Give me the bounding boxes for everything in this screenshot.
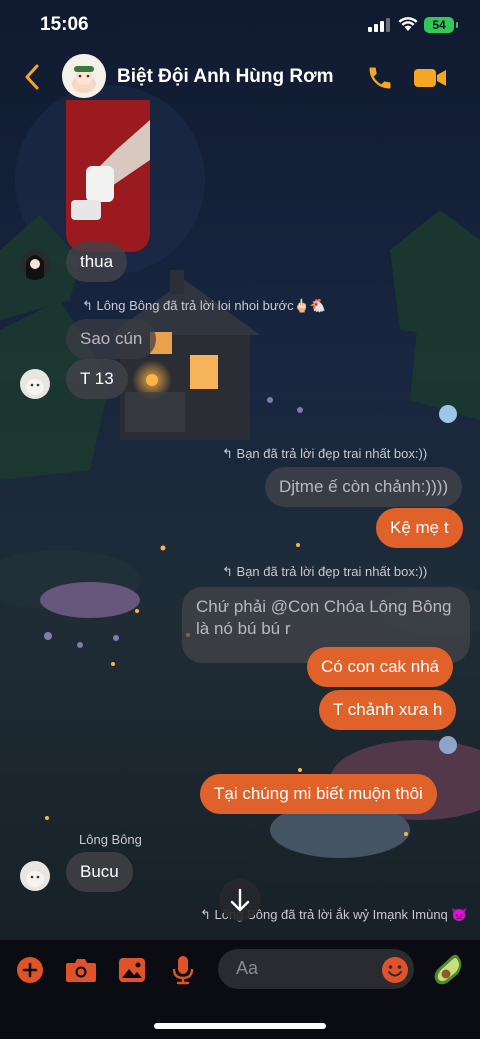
group-title[interactable]: Biệt Đội Anh Hùng Rơm	[117, 66, 334, 88]
video-camera-icon[interactable]	[413, 66, 447, 90]
quoted-line: Chứ phải @Con Chóa Lông Bông	[196, 597, 452, 616]
message-bubble[interactable]: Bucu	[66, 852, 133, 892]
wifi-icon	[398, 17, 418, 31]
group-avatar-image	[62, 54, 106, 98]
message-bubble[interactable]: thua	[66, 242, 128, 282]
emoji-icon[interactable]	[381, 956, 409, 984]
cellular-signal-icon	[368, 18, 390, 32]
avatar-image	[20, 369, 50, 399]
read-receipt-avatar	[439, 736, 457, 754]
quoted-line: là nó bú bú r	[196, 619, 291, 638]
battery-tip	[456, 22, 458, 28]
plus-icon[interactable]	[16, 956, 44, 984]
reply-arrow-icon: ↰	[82, 298, 93, 313]
reply-indicator: ↰ Bạn đã trả lời đẹp trai nhất box:))	[222, 564, 427, 580]
photo-content	[66, 100, 150, 252]
avatar[interactable]	[20, 250, 50, 280]
message-input-placeholder: Aa	[236, 958, 259, 978]
reply-text: Bạn đã trả lời đẹp trai nhất box:))	[236, 446, 428, 461]
sender-name: Lông Bông	[79, 832, 142, 847]
avatar[interactable]	[20, 369, 50, 399]
reply-arrow-icon: ↰	[200, 907, 211, 922]
microphone-icon[interactable]	[172, 955, 194, 985]
message-bubble[interactable]: T 13	[66, 359, 128, 399]
shared-photo[interactable]	[66, 100, 150, 252]
reply-text: Bạn đã trả lời đẹp trai nhất box:))	[236, 564, 428, 579]
avocado-quick-reaction-icon[interactable]	[432, 952, 466, 986]
message-bubble[interactable]: Kệ mẹ t	[376, 508, 463, 548]
message-bubble[interactable]: T chảnh xưa h	[319, 690, 457, 730]
status-time: 15:06	[40, 14, 89, 35]
reply-indicator: ↰ Lông Bông đã trả lời loi nhoi bước🖕🏻🐔	[82, 298, 326, 314]
phone-icon[interactable]	[366, 64, 394, 92]
reply-arrow-icon: ↰	[222, 564, 233, 579]
home-indicator	[154, 1023, 326, 1029]
battery-level: 54	[424, 17, 454, 33]
quoted-message[interactable]: Djtme ế còn chảnh:))))	[265, 467, 463, 507]
reply-text: Lông Bông đã trả lời loi nhoi bước🖕🏻🐔	[96, 298, 326, 313]
group-avatar[interactable]	[62, 54, 106, 98]
chat-header: Biệt Đội Anh Hùng Rơm	[0, 52, 480, 104]
avatar[interactable]	[20, 861, 50, 891]
avatar-image	[20, 250, 50, 280]
message-bubble[interactable]: Tại chúng mi biết muộn thôi	[200, 774, 437, 814]
reply-arrow-icon: ↰	[222, 446, 233, 461]
chevron-left-icon[interactable]	[24, 64, 40, 90]
message-bubble[interactable]: Có con cak nhá	[307, 647, 454, 687]
status-bar: 15:06 54	[0, 0, 480, 52]
image-gallery-icon[interactable]	[118, 957, 146, 983]
reply-indicator: ↰ Bạn đã trả lời đẹp trai nhất box:))	[222, 446, 427, 462]
camera-icon[interactable]	[65, 957, 97, 983]
quoted-message[interactable]: Sao cún	[66, 319, 157, 359]
arrow-down-icon	[230, 888, 250, 912]
avatar-image	[20, 861, 50, 891]
scroll-to-bottom-button[interactable]	[219, 879, 261, 921]
read-receipt-avatar	[439, 405, 457, 423]
